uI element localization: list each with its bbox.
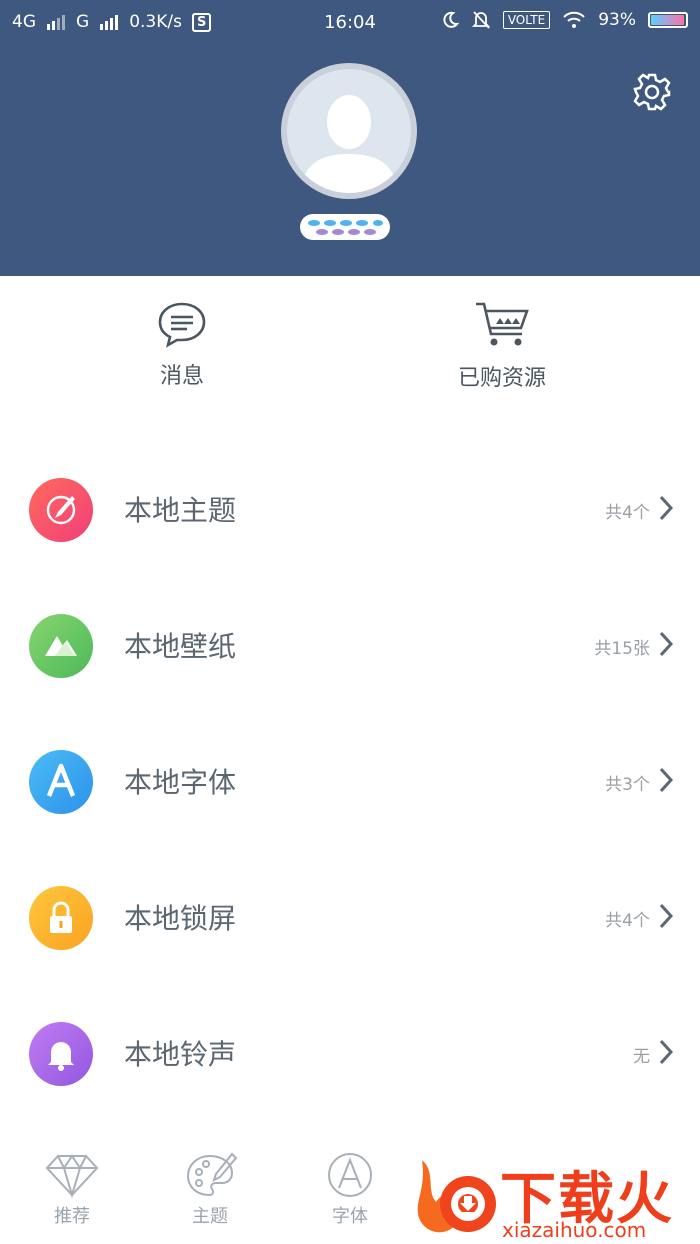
list-item-label: 本地锁屏	[124, 902, 237, 935]
chevron-right-icon	[659, 767, 674, 793]
list-item-count: 共15张	[594, 639, 650, 659]
tab-label: 推荐	[54, 1206, 90, 1227]
bell-muted-icon	[471, 11, 490, 29]
lock-icon	[29, 886, 93, 950]
list-item-count: 共4个	[605, 911, 650, 931]
tab-themes[interactable]: 主题	[160, 1152, 260, 1228]
battery-percent: 93%	[598, 10, 636, 30]
list-item-label: 本地铃声	[124, 1038, 237, 1071]
watermark-logo: 下载火 xiazaihuo.com	[416, 1150, 700, 1244]
list-item-count: 无	[633, 1047, 650, 1067]
messages-label: 消息	[159, 364, 204, 389]
chevron-right-icon	[659, 1039, 674, 1065]
moon-icon	[443, 11, 459, 28]
list-item-local-fonts[interactable]: 本地字体 共3个	[0, 712, 700, 848]
diamond-icon	[45, 1154, 99, 1198]
list-item-local-lockscreens[interactable]: 本地锁屏 共4个	[0, 848, 700, 984]
gear-icon[interactable]	[630, 70, 674, 114]
chat-bubble-icon	[158, 302, 206, 348]
battery-icon	[648, 12, 688, 28]
tab-label: 字体	[332, 1206, 368, 1227]
tab-recommended[interactable]: 推荐	[22, 1152, 122, 1228]
shopping-cart-icon	[476, 302, 529, 346]
clock: 16:04	[324, 12, 376, 33]
list-item-local-wallpapers[interactable]: 本地壁纸 共15张	[0, 576, 700, 712]
purchased-label: 已购资源	[457, 366, 546, 391]
messages-button[interactable]: 消息	[82, 300, 282, 390]
list-item-count: 共4个	[605, 503, 650, 523]
tab-label: 主题	[192, 1206, 228, 1227]
list-item-label: 本地主题	[124, 494, 237, 527]
font-a-icon	[328, 1153, 372, 1197]
list-item-local-ringtones[interactable]: 本地铃声 无	[0, 984, 700, 1120]
mountain-icon	[29, 614, 93, 678]
list-item-count: 共3个	[605, 775, 650, 795]
wifi-icon	[563, 11, 585, 28]
username-masked	[300, 214, 390, 240]
chevron-right-icon	[659, 631, 674, 657]
profile-header: 4G G 0.3K/s S 16:04 VOLTE 93%	[0, 0, 700, 276]
palette-icon	[186, 1152, 238, 1197]
tab-fonts[interactable]: 字体	[300, 1152, 400, 1228]
watermark-url: xiazaihuo.com	[502, 1218, 647, 1242]
purchased-resources-button[interactable]: 已购资源	[402, 300, 602, 392]
bell-icon	[29, 1022, 93, 1086]
volte-indicator: VOLTE	[502, 11, 551, 29]
list-item-label: 本地字体	[124, 766, 237, 799]
brush-icon	[29, 478, 93, 542]
status-bar: 4G G 0.3K/s S 16:04 VOLTE 93%	[0, 0, 700, 46]
list-item-label: 本地壁纸	[124, 630, 237, 663]
chevron-right-icon	[659, 495, 674, 521]
list-item-local-themes[interactable]: 本地主题 共4个	[0, 440, 700, 576]
chevron-right-icon	[659, 903, 674, 929]
avatar[interactable]	[280, 62, 418, 200]
letter-a-icon	[29, 750, 93, 814]
